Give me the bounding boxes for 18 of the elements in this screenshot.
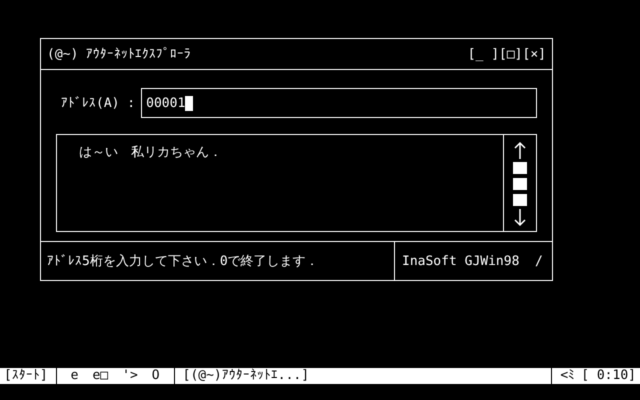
quick-launch-icon[interactable]: O — [152, 368, 160, 384]
minimize-button[interactable]: [_ ] — [468, 46, 500, 62]
quick-launch-icon[interactable]: e□ — [92, 368, 108, 384]
close-button[interactable]: [×] — [522, 46, 546, 62]
status-text: ｱﾄﾞﾚｽ5桁を入力して下さい．0で終了します． — [46, 253, 320, 270]
maximize-button[interactable]: [□] — [499, 46, 523, 62]
quick-launch-icon[interactable]: '> — [122, 368, 138, 384]
tray-icon[interactable]: <ﾐ — [560, 368, 576, 384]
start-button[interactable]: [ｽﾀｰﾄ] — [0, 368, 52, 384]
window-title: (@~) ｱｳﾀｰﾈｯﾄｴｸｽﾌﾟﾛｰﾗ — [47, 46, 192, 62]
clock: [ 0:10] — [581, 368, 636, 384]
status-info: InaSoft GJWin98 / — [394, 242, 552, 280]
message-text: は～い 私リカちゃん． — [78, 144, 223, 162]
address-label: ｱﾄﾞﾚｽ(A) : — [61, 96, 136, 110]
cursor-icon — [185, 96, 194, 110]
address-field[interactable]: 00001 — [141, 88, 537, 118]
taskbar-task[interactable]: [(@~)ｱｳﾀｰﾈｯﾄｴ...] — [178, 368, 314, 384]
quick-launch-icon[interactable]: e — [70, 368, 78, 384]
